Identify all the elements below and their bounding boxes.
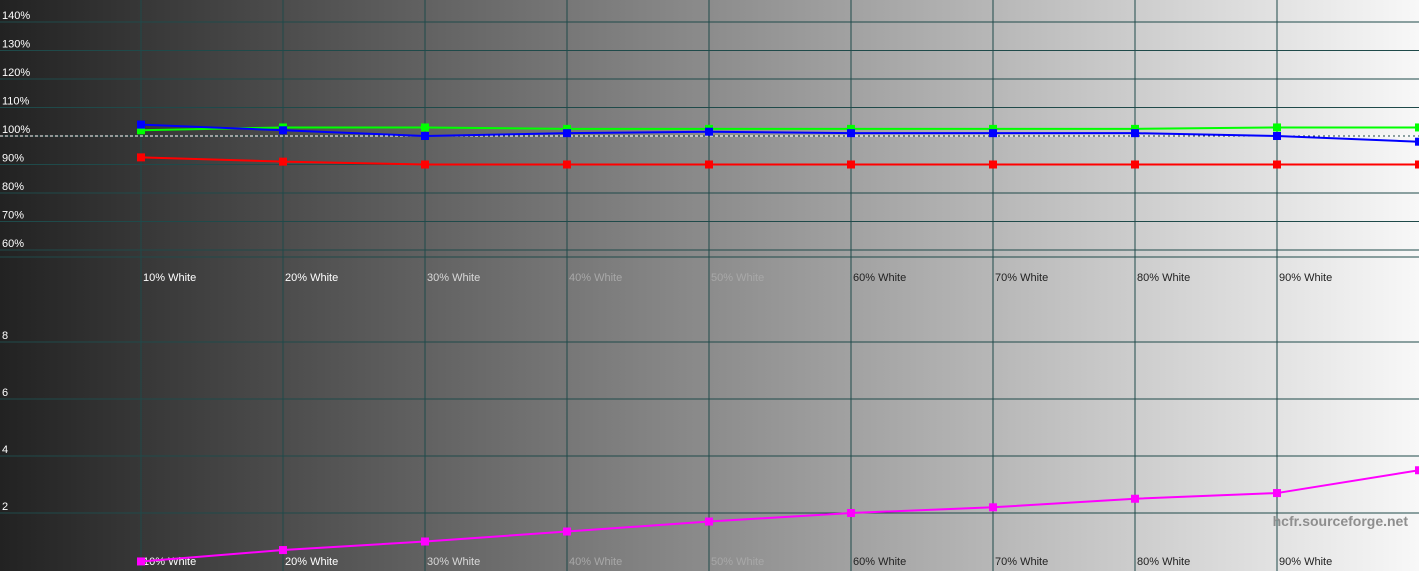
x-tick-label: 20% White <box>285 556 338 568</box>
data-point-green <box>1273 123 1281 132</box>
data-point-magenta <box>563 527 571 536</box>
data-point-red <box>1415 160 1419 169</box>
x-tick-label: 50% White <box>711 556 764 568</box>
data-point-blue <box>137 120 145 129</box>
watermark-text: hcfr.sourceforge.net <box>1273 513 1409 529</box>
x-tick-label: 30% White <box>427 272 480 284</box>
y-tick-label: 110% <box>2 96 30 108</box>
data-point-magenta <box>1415 466 1419 475</box>
x-tick-label: 10% White <box>143 272 196 284</box>
data-point-blue <box>279 126 287 135</box>
data-point-magenta <box>847 509 855 517</box>
data-point-blue <box>1131 129 1139 138</box>
data-point-red <box>137 153 145 162</box>
y-tick-label: 2 <box>2 501 8 513</box>
y-tick-label: 80% <box>2 181 24 193</box>
data-point-red <box>1273 160 1281 169</box>
data-point-magenta <box>137 557 145 566</box>
y-tick-label: 4 <box>2 444 8 456</box>
y-tick-label: 8 <box>2 330 8 342</box>
chart-svg: 60% 70% 80% 90% 100% 110% 120% 130% 140% 10% Whit… <box>0 0 1419 571</box>
x-tick-label: 30% White <box>427 556 480 568</box>
y-tick-label: 70% <box>2 210 24 222</box>
x-tick-label: 40% White <box>569 272 622 284</box>
x-tick-label: 80% White <box>1137 556 1190 568</box>
data-point-blue <box>989 129 997 138</box>
data-point-magenta <box>421 537 429 546</box>
data-point-blue <box>421 132 429 140</box>
data-point-blue <box>1415 137 1419 146</box>
data-point-green <box>421 123 429 132</box>
data-point-blue <box>847 129 855 138</box>
data-point-magenta <box>705 517 713 526</box>
y-tick-label: 100% <box>2 124 30 136</box>
y-tick-label: 120% <box>2 67 30 79</box>
data-point-blue <box>705 127 713 136</box>
x-tick-label: 50% White <box>711 272 764 284</box>
x-tick-label: 20% White <box>285 272 338 284</box>
data-point-blue <box>563 129 571 138</box>
x-tick-label: 60% White <box>853 556 906 568</box>
x-tick-label: 90% White <box>1279 556 1332 568</box>
data-point-magenta <box>279 546 287 555</box>
data-point-red <box>989 160 997 169</box>
x-tick-label: 70% White <box>995 556 1048 568</box>
x-tick-label: 70% White <box>995 272 1048 284</box>
chart-window: 60% 70% 80% 90% 100% 110% 120% 130% 140% 10% Whit… <box>0 0 1419 571</box>
x-tick-label: 80% White <box>1137 272 1190 284</box>
data-point-magenta <box>1131 494 1139 503</box>
x-tick-label: 90% White <box>1279 272 1332 284</box>
data-point-red <box>705 160 713 169</box>
y-tick-label: 60% <box>2 238 24 250</box>
data-point-red <box>279 157 287 166</box>
data-point-blue <box>1273 132 1281 140</box>
y-tick-label: 6 <box>2 387 8 399</box>
data-point-red <box>421 160 429 169</box>
data-point-magenta <box>1273 489 1281 498</box>
data-point-green <box>1415 123 1419 132</box>
data-point-red <box>1131 160 1139 169</box>
y-tick-label: 130% <box>2 39 30 51</box>
x-tick-label: 40% White <box>569 556 622 568</box>
data-point-red <box>563 160 571 169</box>
data-point-magenta <box>989 503 997 512</box>
data-point-red <box>847 160 855 169</box>
y-tick-label: 90% <box>2 153 24 165</box>
x-tick-label: 60% White <box>853 272 906 284</box>
y-tick-label: 140% <box>2 10 30 22</box>
